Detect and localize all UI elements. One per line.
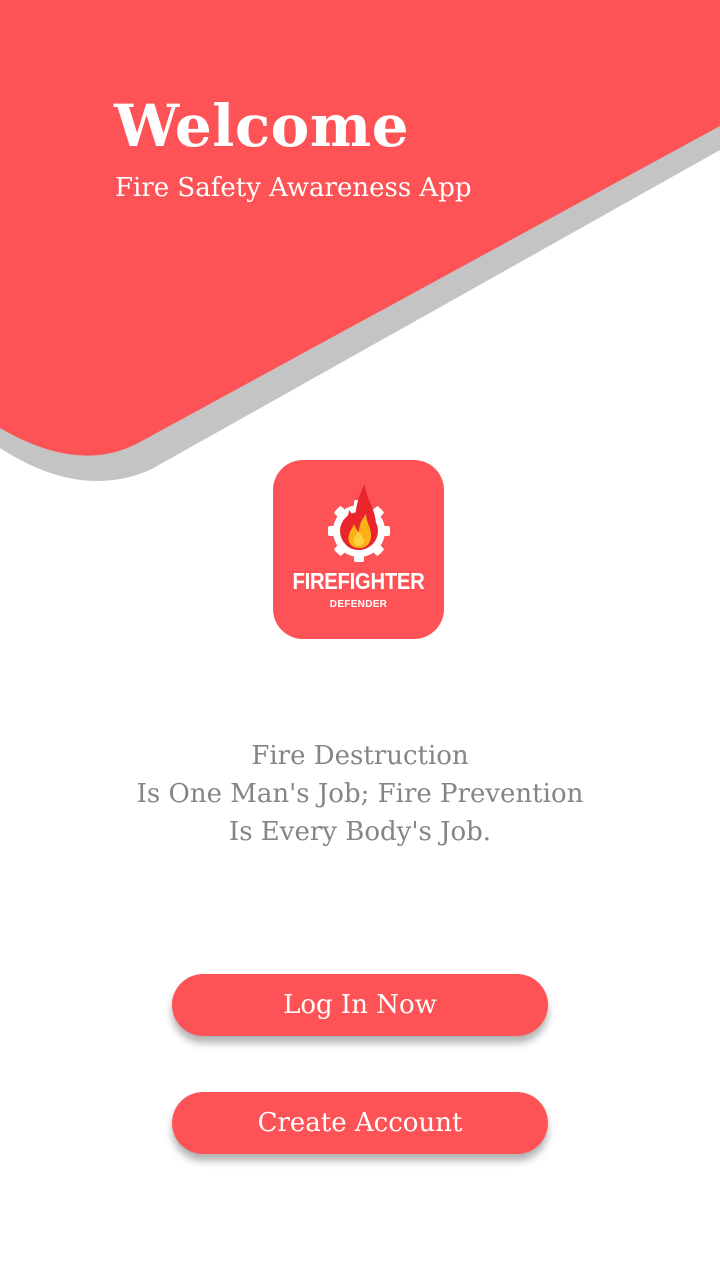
welcome-subtitle: Fire Safety Awareness App (115, 173, 472, 203)
login-button[interactable]: Log In Now (172, 974, 548, 1036)
welcome-title: Welcome (114, 92, 410, 160)
welcome-screen: Welcome Fire Safety Awareness App FIREFI… (0, 0, 720, 1280)
header-shape-fill (0, 0, 720, 456)
flame-gear-icon (328, 484, 390, 562)
logo-tagline: DEFENDER (329, 599, 388, 610)
app-logo: FIREFIGHTER DEFENDER (273, 460, 444, 639)
header-background-shape (0, 0, 720, 481)
create-account-button[interactable]: Create Account (172, 1092, 548, 1154)
quote-line: Is Every Body's Job. (228, 817, 492, 847)
logo-name: FIREFIGHTER (292, 568, 425, 594)
fire-safety-quote: Fire Destruction Is One Man's Job; Fire … (60, 737, 660, 851)
quote-line: Is One Man's Job; Fire Prevention (136, 779, 584, 809)
quote-line: Fire Destruction (251, 741, 469, 771)
